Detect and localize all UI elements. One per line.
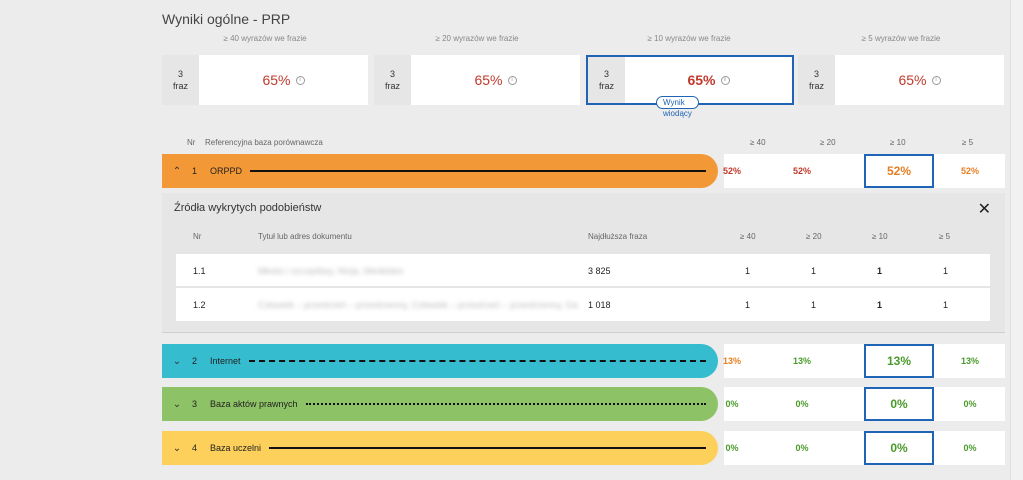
col-header-40: ≥ 40	[750, 138, 766, 147]
card-percent: 65% i	[835, 55, 1004, 105]
row-values: 0% 0% 0% 0%	[724, 387, 1005, 421]
summary-card-20[interactable]: 3 fraz 65% i	[374, 55, 580, 105]
col-header-10: ≥ 10	[890, 138, 906, 147]
value-40: 0%	[725, 399, 739, 409]
close-icon[interactable]: ✕	[978, 199, 991, 219]
chevron-up-icon[interactable]: ⌃	[162, 166, 192, 177]
sources-header-10: ≥ 10	[872, 232, 888, 241]
chevron-down-icon[interactable]: ⌄	[162, 356, 192, 367]
base-bar[interactable]: ⌄ 3 Baza aktów prawnych	[162, 387, 718, 421]
row-number: 2	[192, 356, 198, 366]
document-title[interactable]: Młodzi i szczęśliwy, Ninja, Wedeldes	[258, 266, 403, 276]
sources-header-20: ≥ 20	[806, 232, 822, 241]
row-number: 1	[192, 166, 198, 176]
sources-header-nr: Nr	[193, 232, 202, 241]
chevron-down-icon[interactable]: ⌄	[162, 399, 192, 410]
value-10: 0%	[864, 431, 934, 465]
sources-header-doc: Tytuł lub adres dokumentu	[258, 232, 352, 241]
scrollbar[interactable]	[1010, 0, 1023, 480]
source-row[interactable]: 1.1 Młodzi i szczęśliwy, Ninja, Wedeldes…	[176, 254, 990, 287]
sources-title: Źródła wykrytych podobieństw	[174, 202, 322, 214]
card-percent: 65% i	[625, 57, 792, 103]
card-label-20: ≥ 20 wyrazów we frazie	[435, 34, 519, 43]
base-name: Baza uczelni	[210, 443, 262, 453]
source-row[interactable]: 1.2 Człowiek – przestrzeń – przestrzenny…	[176, 288, 990, 321]
card-percent: 65% i	[411, 55, 580, 105]
col-header-20: ≥ 20	[820, 138, 836, 147]
value-20: 52%	[792, 166, 811, 176]
card-label-40: ≥ 40 wyrazów we frazie	[223, 34, 307, 43]
base-bar[interactable]: ⌄ 2 Internet	[162, 344, 718, 378]
line-style-solid	[250, 170, 706, 172]
info-icon[interactable]: i	[720, 75, 730, 85]
summary-card-5[interactable]: 3 fraz 65% i	[798, 55, 1004, 105]
summary-card-40[interactable]: 3 fraz 65% i	[162, 55, 368, 105]
sources-panel: Źródła wykrytych podobieństw ✕ Nr Tytuł …	[162, 193, 1005, 333]
row-number: 4	[192, 443, 198, 453]
value-5: 0%	[963, 399, 977, 409]
info-icon[interactable]: i	[295, 75, 305, 85]
value-10: 52%	[864, 154, 934, 188]
value-10: 13%	[864, 344, 934, 378]
sources-header-longest: Najdłuższa fraza	[588, 232, 648, 241]
info-icon[interactable]: i	[507, 75, 517, 85]
row-values: 13% 13% 13% 13%	[723, 344, 1005, 378]
lead-result-badge: Wynik wiodący	[656, 96, 699, 118]
value-5: 13%	[960, 356, 979, 366]
value-5: 52%	[960, 166, 979, 176]
base-row-legal-acts[interactable]: ⌄ 3 Baza aktów prawnych 0% 0% 0% 0%	[162, 387, 1005, 421]
value-20: 0%	[795, 443, 809, 453]
phrase-count: 3 fraz	[798, 55, 835, 105]
col-header-base: Referencyjna baza porównawcza	[205, 138, 323, 147]
value-40: 52%	[722, 166, 741, 176]
base-name: Internet	[210, 356, 241, 366]
base-row-orppd[interactable]: ⌃ 1 ORPPD 52% 52% 52% 52%	[162, 154, 1005, 188]
row-values: 52% 52% 52% 52%	[723, 154, 1005, 188]
value-20: 0%	[795, 399, 809, 409]
phrase-count: 3 fraz	[374, 55, 411, 105]
phrase-count: 3 fraz	[162, 55, 199, 105]
card-label-10: ≥ 10 wyrazów we frazie	[647, 34, 731, 43]
base-name: Baza aktów prawnych	[210, 399, 298, 409]
base-bar[interactable]: ⌄ 4 Baza uczelni	[162, 431, 718, 465]
value-40: 13%	[722, 356, 741, 366]
value-20: 13%	[792, 356, 811, 366]
base-bar[interactable]: ⌃ 1 ORPPD	[162, 154, 718, 188]
document-title[interactable]: Człowiek – przestrzeń – przestrzenny, Cz…	[258, 300, 578, 310]
value-5: 0%	[963, 443, 977, 453]
base-name: ORPPD	[210, 166, 243, 176]
info-icon[interactable]: i	[931, 75, 941, 85]
col-header-nr: Nr	[187, 138, 196, 147]
chevron-down-icon[interactable]: ⌄	[162, 443, 192, 454]
card-percent: 65% i	[199, 55, 368, 105]
value-10: 0%	[864, 387, 934, 421]
phrase-count: 3 fraz	[588, 57, 625, 103]
value-40: 0%	[725, 443, 739, 453]
col-header-5: ≥ 5	[962, 138, 974, 147]
row-number: 3	[192, 399, 198, 409]
row-values: 0% 0% 0% 0%	[724, 431, 1005, 465]
base-row-university[interactable]: ⌄ 4 Baza uczelni 0% 0% 0% 0%	[162, 431, 1005, 465]
page-title: Wyniki ogólne - PRP	[162, 11, 291, 27]
line-style-dashed	[248, 360, 706, 362]
sources-header-40: ≥ 40	[740, 232, 756, 241]
card-label-5: ≥ 5 wyrazów we frazie	[861, 34, 941, 43]
sources-header-5: ≥ 5	[939, 232, 951, 241]
base-row-internet[interactable]: ⌄ 2 Internet 13% 13% 13% 13%	[162, 344, 1005, 378]
line-style-solid	[269, 447, 706, 449]
line-style-dotted	[305, 403, 706, 405]
